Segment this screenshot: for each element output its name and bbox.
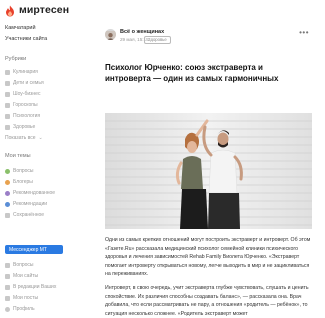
sidebar-item-horoscopes[interactable]: Гороскопы [5,101,38,109]
kids-family-icon [5,80,10,86]
sidebar-item-label: Вопросы [13,262,34,268]
sidebar-item-editorial[interactable]: В редакции Ваших [5,283,56,291]
post-photo[interactable] [105,113,312,229]
psychology-icon [5,113,10,119]
sidebar-item-label: Дети и семья [13,80,44,86]
sidebar-item-label: Психология [13,113,41,119]
post-paragraph-2: Интроверт, в свою очередь, учит экстраве… [105,285,309,317]
editorial-icon [5,284,10,290]
sidebar-item-label: Здоровье [13,124,36,130]
sidebar-item-showbiz[interactable]: Шоу-бизнес [5,90,40,98]
recommended-icon [5,190,10,196]
sidebar-item-label: Мои сайты [13,273,39,279]
logo-flame-icon[interactable] [4,5,16,17]
sidebar-item-cooking[interactable]: Кулинария [5,68,38,76]
more-options-icon[interactable]: ••• [299,28,309,37]
my-sites-icon [5,273,10,279]
top-header: миртесен [0,0,325,22]
messenger-button-label: Мессенджер МТ [9,246,47,253]
category-tag[interactable]: Здоровье [144,36,171,44]
sidebar-item-profile[interactable]: Профиль [5,305,35,313]
post-paragraph-1: Одни из самых крепких отношений могут по… [105,237,311,278]
logo-text[interactable]: миртесен [19,4,69,16]
sidebar-item-label: Показать все [5,135,36,141]
sidebar-item-recommended[interactable]: Рекомендованное [5,189,55,197]
sidebar-item-label: Профиль [13,306,35,312]
questions-icon [5,168,10,174]
sidebar-item-label: Сохранённое [13,212,45,218]
sidebar-item-label: Блогеры [13,179,33,185]
sidebar-section-rubrics: Рубрики [5,56,27,62]
sidebar-item-label: Рекомендованное [13,190,56,196]
sidebar-item-recommendations[interactable]: Рекомендации [5,200,47,208]
profile-icon [5,306,10,312]
bloggers-icon [5,179,10,185]
sidebar-item-label: В редакции Ваших [13,284,57,290]
sidebar-item-label: Вопросы [13,168,34,174]
sidebar-item-questions-bottom[interactable]: Вопросы [5,261,33,269]
sidebar-item-label: Шоу-бизнес [13,91,41,97]
sidebar-section-my-topics: Мои темы [5,153,31,159]
sidebar-item-questions[interactable]: Вопросы [5,167,33,175]
chevron-down-icon: ⌄ [38,135,43,141]
couple-photo-image [105,113,312,229]
sidebar-link-members[interactable]: Участники сайта [5,36,47,42]
health-icon [5,124,10,130]
post-title[interactable]: Психолог Юрченко: союз экстраверта и инт… [105,63,310,84]
saved-icon [5,212,10,218]
sidebar-link-kamchatariy[interactable]: Камчатарий [5,25,36,31]
sidebar-item-label: Гороскопы [13,102,38,108]
sidebar-item-bloggers[interactable]: Блогеры [5,178,33,186]
sidebar-item-kids-family[interactable]: Дети и семья [5,79,44,87]
showbiz-icon [5,91,10,97]
left-sidebar: Камчатарий Участники сайта Рубрики Кулин… [0,22,80,312]
sidebar-item-label: Мои посты [13,295,39,301]
recommendations-icon [5,201,10,207]
post-card: Всё о женщинах 29 мая, 15:15 Здоровье ••… [92,24,317,317]
questions-bottom-icon [5,262,10,268]
author-name[interactable]: Всё о женщинах [120,29,164,35]
cooking-icon [5,69,10,75]
avatar-icon [105,31,116,40]
horoscopes-icon [5,102,10,108]
sidebar-item-my-sites[interactable]: Мои сайты [5,272,38,280]
author-avatar[interactable] [105,29,116,40]
sidebar-item-label: Кулинария [13,69,38,75]
messenger-button[interactable]: Мессенджер МТ [5,245,63,254]
sidebar-item-saved[interactable]: Сохранённое [5,211,44,219]
sidebar-item-my-posts[interactable]: Мои посты [5,294,38,302]
sidebar-item-psychology[interactable]: Психология [5,112,40,120]
sidebar-item-show-all[interactable]: Показать все ⌄ [5,134,43,142]
sidebar-item-health[interactable]: Здоровье [5,123,35,131]
sidebar-item-label: Рекомендации [13,201,48,207]
